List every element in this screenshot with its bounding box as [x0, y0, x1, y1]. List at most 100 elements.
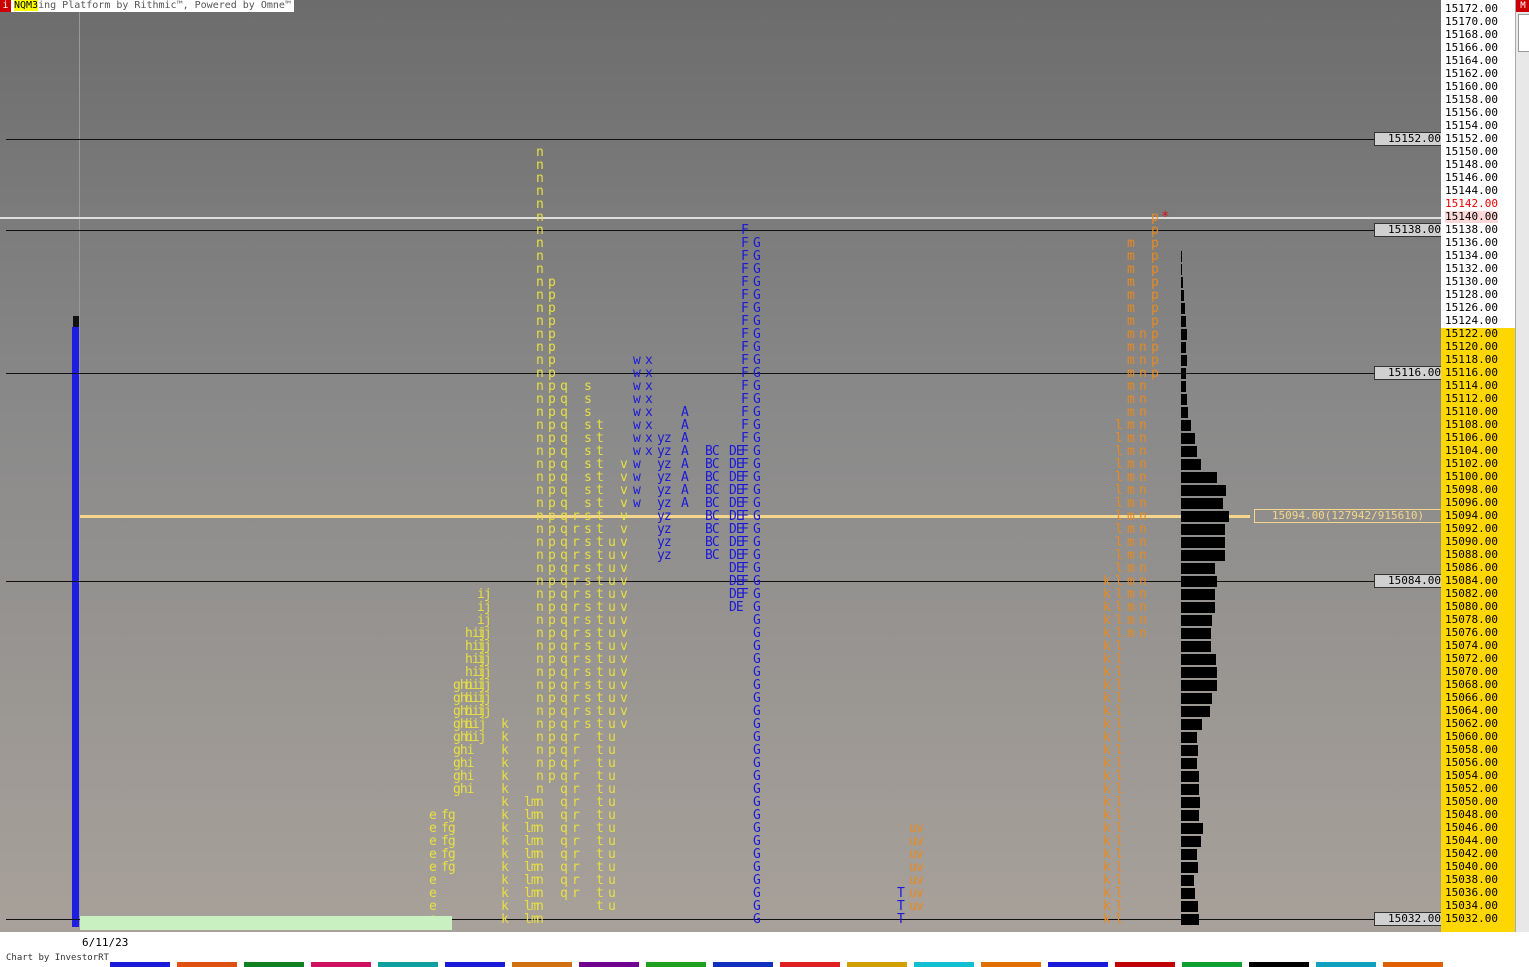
- volume-profile-bar: [1181, 459, 1201, 470]
- volume-profile-bar: [1181, 524, 1225, 535]
- volume-profile-bar: [1181, 862, 1198, 873]
- price-tick-label: 15096.00: [1445, 496, 1498, 509]
- tpo-letter: s: [584, 717, 592, 732]
- price-tick-label: 15050.00: [1445, 795, 1498, 808]
- price-tick-label: 15076.00: [1445, 626, 1498, 639]
- price-tick-label: 15072.00: [1445, 652, 1498, 665]
- price-tick-label: 15142.00: [1445, 197, 1498, 210]
- volume-profile-bar: [1181, 693, 1212, 704]
- volume-profile-bar: [1181, 381, 1186, 392]
- volume-profile-bar: [1181, 810, 1199, 821]
- price-axis[interactable]: 15172.00 15170.00 15168.00 15166.00 15164.00…: [1441, 0, 1515, 932]
- volume-profile-bar: [1181, 563, 1215, 574]
- session-stripe: [311, 962, 371, 967]
- session-stripe: [1182, 962, 1242, 967]
- price-tick-label: 15080.00: [1445, 600, 1498, 613]
- price-tick-label: 15060.00: [1445, 730, 1498, 743]
- volume-profile-bar: [1181, 576, 1217, 587]
- tpo-letter: l: [1115, 912, 1123, 927]
- price-tick-label: 15126.00: [1445, 301, 1498, 314]
- session-color-stripes: [110, 962, 1529, 967]
- session-stripe: [847, 962, 907, 967]
- tpo-letter: F: [741, 587, 749, 602]
- tpo-letter: w: [633, 496, 641, 511]
- volume-profile-bar: [1181, 836, 1201, 847]
- session-stripe: [646, 962, 706, 967]
- price-tick-label: 15048.00: [1445, 808, 1498, 821]
- price-tick-label: 15064.00: [1445, 704, 1498, 717]
- price-tick-label: 15140.00: [1445, 210, 1498, 223]
- window-title-bar: NQM3ing Platform by Rithmic™, Powered by…: [0, 0, 294, 12]
- tpo-letter: yz: [657, 548, 672, 563]
- volume-profile-bar: [1181, 472, 1217, 483]
- tpo-letter: ij: [477, 704, 492, 719]
- price-tick-label: 15086.00: [1445, 561, 1498, 574]
- tpo-letter: p: [548, 769, 556, 784]
- volume-profile-bar: [1181, 446, 1197, 457]
- price-tick-label: 15054.00: [1445, 769, 1498, 782]
- scroll-thumb[interactable]: [1518, 14, 1529, 52]
- menu-button[interactable]: M: [1516, 0, 1529, 12]
- tpo-letter: r: [572, 886, 580, 901]
- tpo-letter: T: [897, 912, 905, 927]
- price-tick-label: 15066.00: [1445, 691, 1498, 704]
- tpo-letters-layer: eeeeeeeeefgfgfgfgfgghighighighighighighi…: [0, 0, 1441, 932]
- price-tick-label: 15044.00: [1445, 834, 1498, 847]
- price-tick-label: 15134.00: [1445, 249, 1498, 262]
- price-tick-label: 15116.00: [1445, 366, 1498, 379]
- price-tick-label: 15092.00: [1445, 522, 1498, 535]
- price-tick-label: 15158.00: [1445, 93, 1498, 106]
- tpo-letter: n: [536, 912, 544, 927]
- volume-profile-bar: [1181, 537, 1225, 548]
- volume-profile-bar: [1181, 758, 1197, 769]
- price-tick-label: 15074.00: [1445, 639, 1498, 652]
- tpo-letter: v: [620, 717, 628, 732]
- price-tick-label: 15108.00: [1445, 418, 1498, 431]
- volume-profile-bar: [1181, 407, 1188, 418]
- volume-profile-bar: [1181, 654, 1216, 665]
- tpo-chart-area[interactable]: 15152.00 15138.00 15116.00 15084.00 15032.00…: [0, 0, 1443, 932]
- price-tick-label: 15112.00: [1445, 392, 1498, 405]
- price-tick-label: 15164.00: [1445, 54, 1498, 67]
- volume-profile-bar: [1181, 719, 1202, 730]
- volume-profile-bar: [1181, 771, 1199, 782]
- volume-profile-bar: [1181, 797, 1200, 808]
- tpo-letter: BC: [705, 548, 720, 563]
- price-tick-label: 15036.00: [1445, 886, 1498, 899]
- volume-profile-bar: [1181, 823, 1203, 834]
- volume-profile-bar: [1181, 316, 1186, 327]
- price-tick-label: 15090.00: [1445, 535, 1498, 548]
- volume-profile-bar: [1181, 615, 1212, 626]
- tpo-letter: hij: [465, 730, 487, 745]
- price-tick-label: 15128.00: [1445, 288, 1498, 301]
- tpo-letter: p: [1151, 366, 1159, 381]
- price-tick-label: 15150.00: [1445, 145, 1498, 158]
- price-tick-label: 15102.00: [1445, 457, 1498, 470]
- tpo-letter: uv: [909, 899, 924, 914]
- volume-profile-bar: [1181, 784, 1199, 795]
- volume-profile-bar: [1181, 602, 1215, 613]
- volume-profile-bar: [1181, 277, 1183, 288]
- price-tick-label: 15070.00: [1445, 665, 1498, 678]
- price-tick-label: 15166.00: [1445, 41, 1498, 54]
- symbol-label: NQM3: [14, 0, 39, 11]
- tpo-letter: A: [681, 496, 689, 511]
- volume-profile-bar: [1181, 355, 1187, 366]
- vertical-scrollbar[interactable]: M: [1515, 0, 1529, 932]
- price-tick-label: 15124.00: [1445, 314, 1498, 327]
- price-tick-label: 15172.00: [1445, 2, 1498, 15]
- price-tick-label: 15046.00: [1445, 821, 1498, 834]
- price-tick-label: 15130.00: [1445, 275, 1498, 288]
- price-tick-label: 15078.00: [1445, 613, 1498, 626]
- session-stripe: [981, 962, 1041, 967]
- date-label: 6/11/23: [82, 936, 129, 949]
- price-tick-label: 15042.00: [1445, 847, 1498, 860]
- app-icon[interactable]: i: [0, 0, 11, 12]
- price-tick-label: 15084.00: [1445, 574, 1498, 587]
- price-tick-label: 15162.00: [1445, 67, 1498, 80]
- price-tick-label: 15146.00: [1445, 171, 1498, 184]
- volume-profile-bar: [1181, 394, 1187, 405]
- volume-profile-bar: [1181, 680, 1217, 691]
- volume-profile-bar: [1181, 914, 1199, 925]
- tpo-letter: DE: [729, 600, 744, 615]
